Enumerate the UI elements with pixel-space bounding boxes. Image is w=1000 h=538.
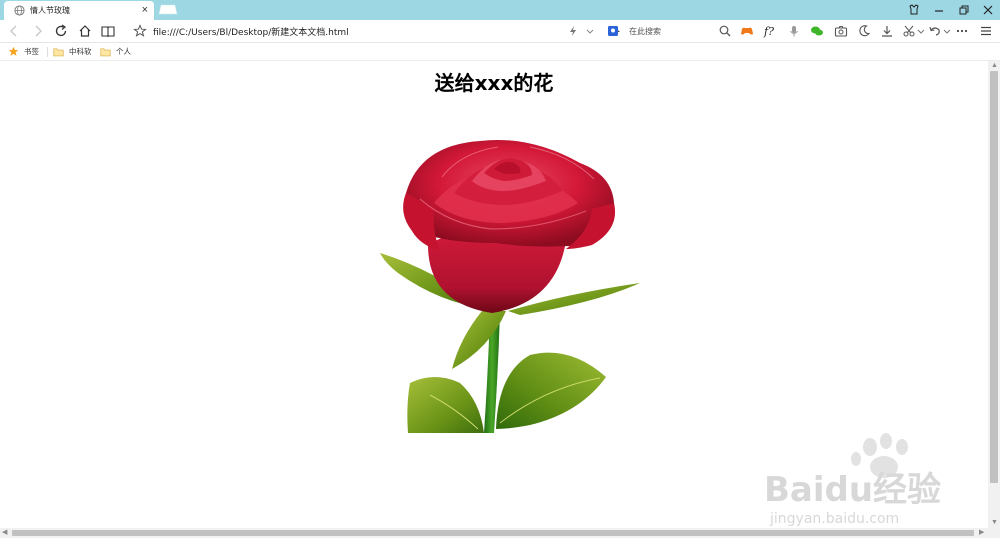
tab-close-icon[interactable]: × (142, 5, 148, 16)
page-viewport: 送给xxx的花 Baidu经验 jingyan.baidu.com (0, 61, 988, 528)
chevron-down-icon[interactable] (914, 24, 928, 38)
tab-bar: 情人节玫瑰 × (0, 0, 1000, 20)
more-icon[interactable] (955, 24, 969, 38)
bookmark-label: 中科软 (69, 47, 92, 56)
url-text[interactable]: file:///C:/Users/Bl/Desktop/新建文本文档.html (153, 25, 349, 38)
close-window-button[interactable] (981, 3, 995, 17)
download-icon[interactable] (880, 24, 894, 38)
game-icon[interactable] (740, 24, 754, 38)
folder-icon (100, 48, 111, 56)
horizontal-scrollbar[interactable]: ◀ ▶ (0, 528, 1000, 538)
search-box[interactable] (604, 23, 732, 39)
search-icon[interactable] (718, 24, 732, 38)
watermark-brand: Baidu经验 (764, 470, 941, 510)
star-icon (8, 46, 19, 56)
formula-icon[interactable]: f? (763, 24, 777, 38)
address-bar: file:///C:/Users/Bl/Desktop/新建文本文档.html … (0, 20, 1000, 43)
wechat-icon[interactable] (810, 24, 824, 38)
bookmark-label: 书签 (24, 47, 39, 56)
night-mode-icon[interactable] (857, 24, 871, 38)
flash-icon[interactable] (566, 24, 580, 38)
menu-icon[interactable] (979, 24, 993, 38)
refresh-icon[interactable] (54, 24, 68, 38)
restore-button[interactable] (957, 3, 971, 17)
reader-icon[interactable] (101, 24, 115, 38)
new-tab-button[interactable] (158, 4, 178, 15)
bookmark-label: 个人 (116, 47, 131, 56)
bookmark-star-icon[interactable] (133, 24, 147, 38)
bookmarks-bar: 书签 中科软 个人 (0, 43, 1000, 61)
baidu-jingyan-watermark: Baidu经验 jingyan.baidu.com (764, 433, 941, 527)
microphone-icon[interactable] (787, 24, 801, 38)
browser-tab[interactable]: 情人节玫瑰 × (4, 1, 154, 20)
minimize-button[interactable] (932, 3, 946, 17)
home-icon[interactable] (78, 24, 92, 38)
skin-icon[interactable] (907, 3, 921, 17)
bookmark-folder-geren[interactable]: 个人 (100, 46, 131, 57)
folder-icon (53, 48, 64, 56)
watermark-domain: jingyan.baidu.com (769, 511, 899, 527)
scroll-right-icon[interactable]: ▶ (979, 529, 984, 536)
svg-text:f?: f? (763, 25, 774, 38)
bookmark-folder-zhongkeruan[interactable]: 中科软 (53, 46, 92, 57)
scroll-up-icon[interactable]: ▲ (991, 62, 998, 69)
vertical-scrollbar[interactable]: ▲ ▼ (988, 61, 1000, 528)
page-heading: 送给xxx的花 (434, 71, 554, 95)
horizontal-scroll-thumb[interactable] (12, 530, 974, 536)
camera-icon[interactable] (834, 24, 848, 38)
bookmark-divider (47, 47, 48, 57)
globe-icon (14, 5, 25, 16)
chevron-down-icon[interactable] (583, 24, 597, 38)
back-icon[interactable] (7, 24, 21, 38)
rose-image (380, 139, 640, 433)
tab-title: 情人节玫瑰 (30, 6, 70, 15)
bookmarks-menu[interactable]: 书签 (8, 46, 39, 57)
search-engine-icon[interactable] (607, 24, 621, 38)
chevron-down-icon[interactable] (940, 24, 954, 38)
forward-icon[interactable] (31, 24, 45, 38)
scroll-down-icon[interactable]: ▼ (991, 519, 998, 526)
scroll-left-icon[interactable]: ◀ (2, 529, 7, 536)
vertical-scroll-thumb[interactable] (990, 71, 998, 483)
search-input[interactable]: 在此搜索 (629, 26, 661, 37)
